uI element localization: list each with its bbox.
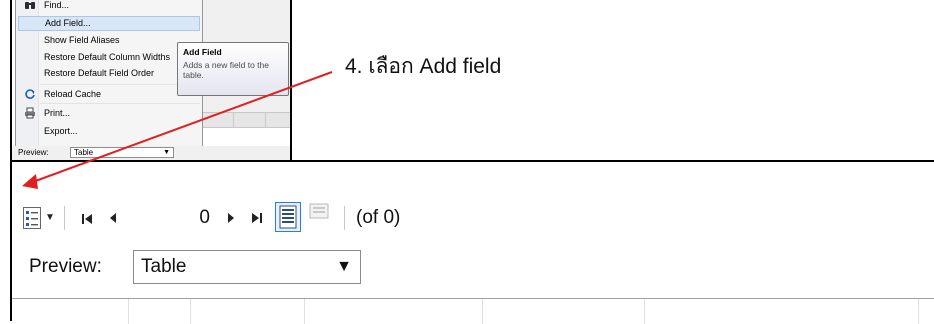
previous-record-button[interactable] — [106, 204, 120, 232]
next-record-button[interactable] — [224, 204, 238, 232]
menu-separator — [40, 84, 200, 85]
menu-item-find[interactable]: Find... — [18, 0, 200, 13]
menu-item-label: Print... — [44, 108, 71, 118]
table-options-button[interactable] — [22, 204, 42, 232]
table-options-menu: Find... Add Field... Show Field Aliases … — [15, 0, 203, 147]
next-icon — [226, 209, 236, 226]
menu-item-label: Find... — [44, 0, 70, 10]
menu-separator — [40, 103, 200, 104]
table-window-screenshot: ▼ 0 (of 0) Preview: Table ▼ — [10, 160, 934, 324]
last-record-button[interactable] — [248, 204, 266, 232]
menu-item-label: Export... — [44, 126, 78, 136]
record-number-input[interactable]: 0 — [132, 203, 218, 233]
inset-preview-label: Preview: — [18, 148, 49, 157]
show-selected-records-button[interactable] — [306, 202, 332, 232]
table-header-strip — [203, 112, 290, 128]
preview-row: Preview: Table ▼ — [12, 246, 934, 292]
menu-item-restore-field-order[interactable]: Restore Default Field Order — [18, 66, 200, 81]
menu-item-label: Reload Cache — [44, 89, 102, 99]
menu-item-add-field[interactable]: Add Field... — [18, 16, 200, 31]
table-grid-area — [12, 298, 934, 324]
column-divider — [304, 299, 305, 324]
show-all-records-button[interactable] — [274, 202, 302, 232]
menu-item-show-field-aliases[interactable]: Show Field Aliases — [18, 33, 200, 48]
inset-preview-select[interactable]: Table ▼ — [70, 147, 174, 158]
skip-last-icon — [250, 209, 264, 226]
table-toolbar: ▼ 0 (of 0) — [12, 196, 934, 240]
column-divider — [233, 113, 234, 127]
menu-item-restore-column-widths[interactable]: Restore Default Column Widths — [18, 50, 200, 65]
selected-records-icon — [308, 203, 330, 224]
inset-preview-row: Preview: Table ▼ — [12, 146, 290, 160]
table-options-dropdown[interactable]: ▼ — [44, 204, 56, 232]
skip-first-icon — [80, 210, 94, 226]
column-divider — [644, 299, 645, 324]
tooltip-title: Add Field — [183, 47, 222, 57]
preview-select[interactable]: Table ▼ — [133, 250, 361, 284]
toolbar-separator — [64, 206, 65, 230]
refresh-icon — [23, 88, 36, 101]
menu-item-reload-cache[interactable]: Reload Cache — [18, 87, 200, 102]
menu-item-export[interactable]: Export... — [18, 124, 200, 139]
add-field-tooltip: Add Field Adds a new field to the table. — [177, 42, 289, 96]
binoculars-icon — [23, 0, 36, 12]
chevron-down-icon: ▼ — [163, 149, 170, 156]
menu-item-label: Show Field Aliases — [44, 35, 120, 45]
column-divider — [265, 113, 266, 127]
table-options-menu-screenshot: Find... Add Field... Show Field Aliases … — [10, 0, 292, 162]
menu-item-label: Restore Default Column Widths — [44, 52, 171, 62]
menu-item-label: Add Field... — [45, 18, 91, 28]
menu-item-label: Restore Default Field Order — [44, 68, 155, 78]
tooltip-body: Adds a new field to the table. — [183, 60, 270, 80]
first-record-button[interactable] — [78, 204, 96, 232]
inset-preview-value: Table — [74, 148, 94, 157]
table-options-icon — [23, 206, 41, 229]
toolbar-separator — [344, 206, 345, 230]
previous-icon — [108, 209, 118, 226]
menu-item-print[interactable]: Print... — [18, 106, 200, 121]
all-records-icon — [275, 202, 301, 232]
column-divider — [128, 299, 129, 324]
column-divider — [482, 299, 483, 324]
preview-select-value: Table — [141, 256, 187, 277]
instruction-annotation: 4. เลือก Add field — [345, 55, 502, 78]
record-count: (of 0) — [356, 207, 401, 228]
column-divider — [918, 299, 919, 324]
chevron-down-icon: ▼ — [336, 258, 352, 275]
printer-icon — [23, 107, 36, 120]
column-divider — [190, 299, 191, 324]
chevron-down-icon: ▼ — [45, 212, 55, 223]
preview-label: Preview: — [29, 256, 102, 277]
